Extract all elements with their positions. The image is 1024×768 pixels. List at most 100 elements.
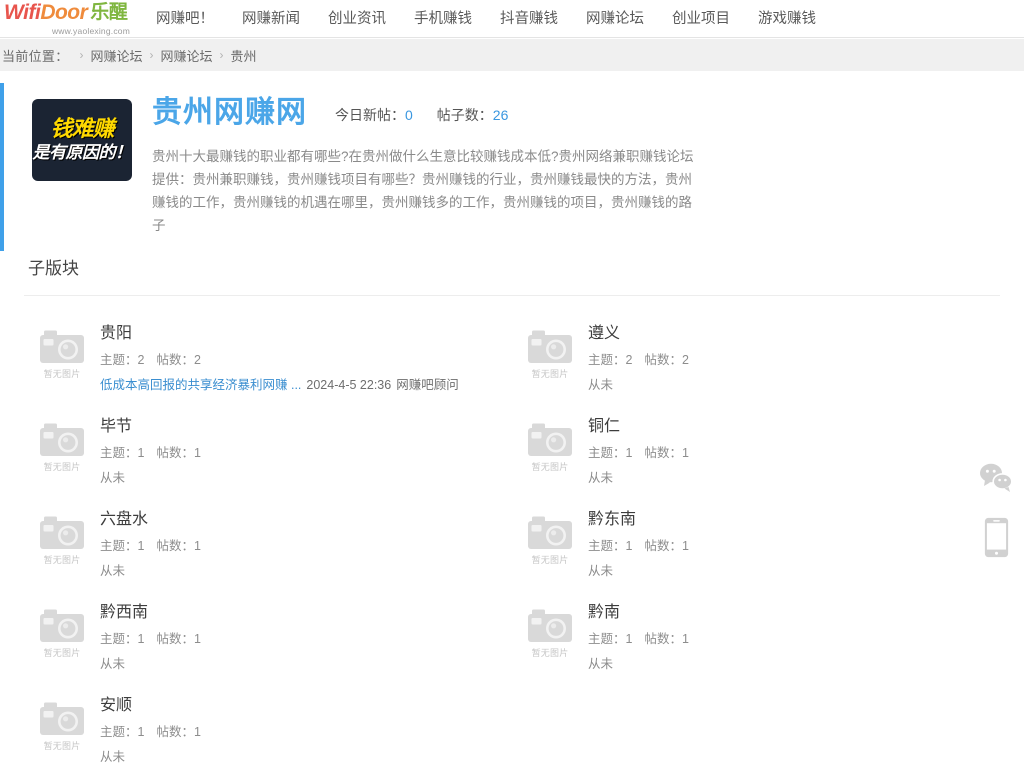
subforum-last-post: 从未 — [100, 467, 512, 489]
subforum-counts: 主题：1 帖数：1 — [588, 442, 1000, 464]
subforum-name-link[interactable]: 黔东南 — [588, 508, 636, 532]
subforum-topics: 主题：2 — [588, 353, 633, 367]
subforum-thumbnail: 暂无图片 — [24, 415, 100, 489]
last-post-never: 从未 — [100, 657, 126, 671]
forum-description: 贵州十大最赚钱的职业都有哪些?在贵州做什么生意比较赚钱成本低?贵州网络兼职赚钱论… — [152, 149, 694, 233]
page-title: 贵州网赚网 — [152, 96, 307, 129]
nav-item-2[interactable]: 创业资讯 — [314, 0, 400, 38]
camera-placeholder-icon — [528, 330, 572, 363]
subforum-thumbnail: 暂无图片 — [512, 508, 588, 582]
subforum-name-link[interactable]: 铜仁 — [588, 415, 620, 439]
nav-item-6[interactable]: 创业项目 — [658, 0, 744, 38]
subforum-thumbnail: 暂无图片 — [512, 322, 588, 396]
nav-item-5[interactable]: 网赚论坛 — [572, 0, 658, 38]
subforum-posts: 帖数：1 — [644, 539, 689, 553]
thumbnail-caption: 暂无图片 — [43, 369, 81, 379]
subforum-name-link[interactable]: 黔西南 — [100, 601, 148, 625]
subforum-last-post: 从未 — [588, 374, 1000, 396]
subforum-name-link[interactable]: 遵义 — [588, 322, 620, 346]
subforum-counts: 主题：2 帖数：2 — [100, 349, 512, 371]
subforum-item: 暂无图片 安顺 主题：1 帖数：1 从未 — [24, 684, 512, 768]
nav-item-7[interactable]: 游戏赚钱 — [744, 0, 830, 38]
subforum-topics: 主题：1 — [100, 725, 145, 739]
breadcrumb-item-0[interactable]: 网赚论坛 — [91, 46, 143, 65]
nav-item-1[interactable]: 网赚新闻 — [228, 0, 314, 38]
subforum-topics: 主题：1 — [100, 446, 145, 460]
subforum-posts: 帖数：1 — [644, 632, 689, 646]
last-post-author[interactable]: 网赚吧顾问 — [396, 378, 459, 392]
subforum-thumbnail: 暂无图片 — [24, 322, 100, 396]
thumbnail-caption: 暂无图片 — [531, 462, 569, 472]
subforum-item: 暂无图片 贵阳 主题：2 帖数：2 低成本高回报的共享经济暴利网赚 ... 202… — [24, 312, 512, 405]
last-post-never: 从未 — [100, 564, 126, 578]
subforum-name-link[interactable]: 六盘水 — [100, 508, 148, 532]
breadcrumb: 当前位置： › 网赚论坛 › 网赚论坛 › 贵州 — [0, 38, 1024, 71]
breadcrumb-label: 当前位置： — [2, 48, 69, 64]
last-post-never: 从未 — [588, 378, 614, 392]
last-post-time: 2024-4-5 22:36 — [306, 378, 392, 392]
logo-text-wifi: Wifi — [4, 1, 41, 24]
subforum-counts: 主题：1 帖数：1 — [100, 628, 512, 650]
camera-placeholder-icon — [40, 702, 84, 735]
subforum-item: 暂无图片 毕节 主题：1 帖数：1 从未 — [24, 405, 512, 498]
subforum-thumbnail: 暂无图片 — [512, 601, 588, 675]
subforum-last-post: 低成本高回报的共享经济暴利网赚 ... 2024-4-5 22:36 网赚吧顾问 — [100, 374, 512, 396]
subforum-topics: 主题：1 — [588, 446, 633, 460]
banner-line-2: 是有原因的！ — [32, 143, 133, 162]
subforum-posts: 帖数：2 — [644, 353, 689, 367]
breadcrumb-item-current: 贵州 — [230, 48, 257, 64]
subforum-topics: 主题：1 — [100, 539, 145, 553]
subforum-counts: 主题：2 帖数：2 — [588, 349, 1000, 371]
logo-text-door: Door — [40, 1, 88, 24]
nav-item-3[interactable]: 手机赚钱 — [400, 0, 486, 38]
camera-placeholder-icon — [528, 609, 572, 642]
last-post-never: 从未 — [588, 471, 614, 485]
logo-text-cn: 乐醒 — [90, 2, 128, 23]
subforum-posts: 帖数：1 — [156, 632, 201, 646]
camera-placeholder-icon — [40, 609, 84, 642]
subforum-item: 暂无图片 遵义 主题：2 帖数：2 从未 — [512, 312, 1000, 405]
mobile-phone-icon[interactable] — [984, 517, 1009, 563]
last-post-never: 从未 — [100, 750, 126, 764]
breadcrumb-separator-icon: › — [79, 48, 84, 62]
logo-wordmark: WifiDoor 乐醒 — [4, 1, 136, 26]
breadcrumb-item-1[interactable]: 网赚论坛 — [161, 46, 213, 65]
camera-placeholder-icon — [528, 423, 572, 456]
subforum-item: 暂无图片 铜仁 主题：1 帖数：1 从未 — [512, 405, 1000, 498]
subforum-name-link[interactable]: 毕节 — [100, 415, 132, 439]
subforum-topics: 主题：1 — [588, 539, 633, 553]
camera-placeholder-icon — [40, 330, 84, 363]
subforum-thumbnail: 暂无图片 — [512, 415, 588, 489]
subforum-name-link[interactable]: 黔南 — [588, 601, 620, 625]
total-posts-value: 26 — [492, 107, 509, 123]
subforum-thumbnail: 暂无图片 — [24, 694, 100, 768]
nav-item-0[interactable]: 网赚吧！ — [142, 0, 228, 38]
thumbnail-caption: 暂无图片 — [43, 648, 81, 658]
subforum-last-post: 从未 — [100, 653, 512, 675]
thumbnail-caption: 暂无图片 — [531, 555, 569, 565]
logo-url: www.yaolexing.com — [51, 26, 130, 36]
subforum-posts: 帖数：1 — [156, 539, 201, 553]
banner-line-1: 钱难赚 — [50, 116, 114, 141]
thumbnail-caption: 暂无图片 — [531, 369, 569, 379]
subforum-last-post: 从未 — [588, 653, 1000, 675]
last-post-title[interactable]: 低成本高回报的共享经济暴利网赚 ... — [100, 378, 301, 392]
forum-header-block: 钱难赚 是有原因的！ 贵州网赚网 今日新帖：0 帖子数：26 贵州十大最赚钱的职… — [0, 71, 1024, 251]
subforum-counts: 主题：1 帖数：1 — [100, 442, 512, 464]
total-posts-stat: 帖子数：26 — [437, 105, 509, 125]
main-nav: 网赚吧！ 网赚新闻 创业资讯 手机赚钱 抖音赚钱 网赚论坛 创业项目 游戏赚钱 — [142, 0, 830, 38]
subforum-last-post: 从未 — [588, 560, 1000, 582]
subforum-topics: 主题：2 — [100, 353, 145, 367]
camera-placeholder-icon — [40, 516, 84, 549]
subforum-name-link[interactable]: 安顺 — [100, 694, 132, 718]
site-logo[interactable]: WifiDoor 乐醒 www.yaolexing.com — [0, 0, 136, 38]
wechat-icon[interactable] — [979, 462, 1013, 499]
subforum-section: 子版块 暂无图片 贵阳 主题：2 帖数：2 低成本高回报的共享经济暴利网赚 ..… — [0, 239, 1024, 768]
subforum-thumbnail: 暂无图片 — [24, 601, 100, 675]
subforum-last-post: 从未 — [100, 746, 512, 768]
subforum-posts: 帖数：1 — [156, 446, 201, 460]
floating-side-widgets — [974, 462, 1018, 563]
nav-item-4[interactable]: 抖音赚钱 — [486, 0, 572, 38]
breadcrumb-separator-icon: › — [149, 48, 154, 62]
subforum-name-link[interactable]: 贵阳 — [100, 322, 132, 346]
